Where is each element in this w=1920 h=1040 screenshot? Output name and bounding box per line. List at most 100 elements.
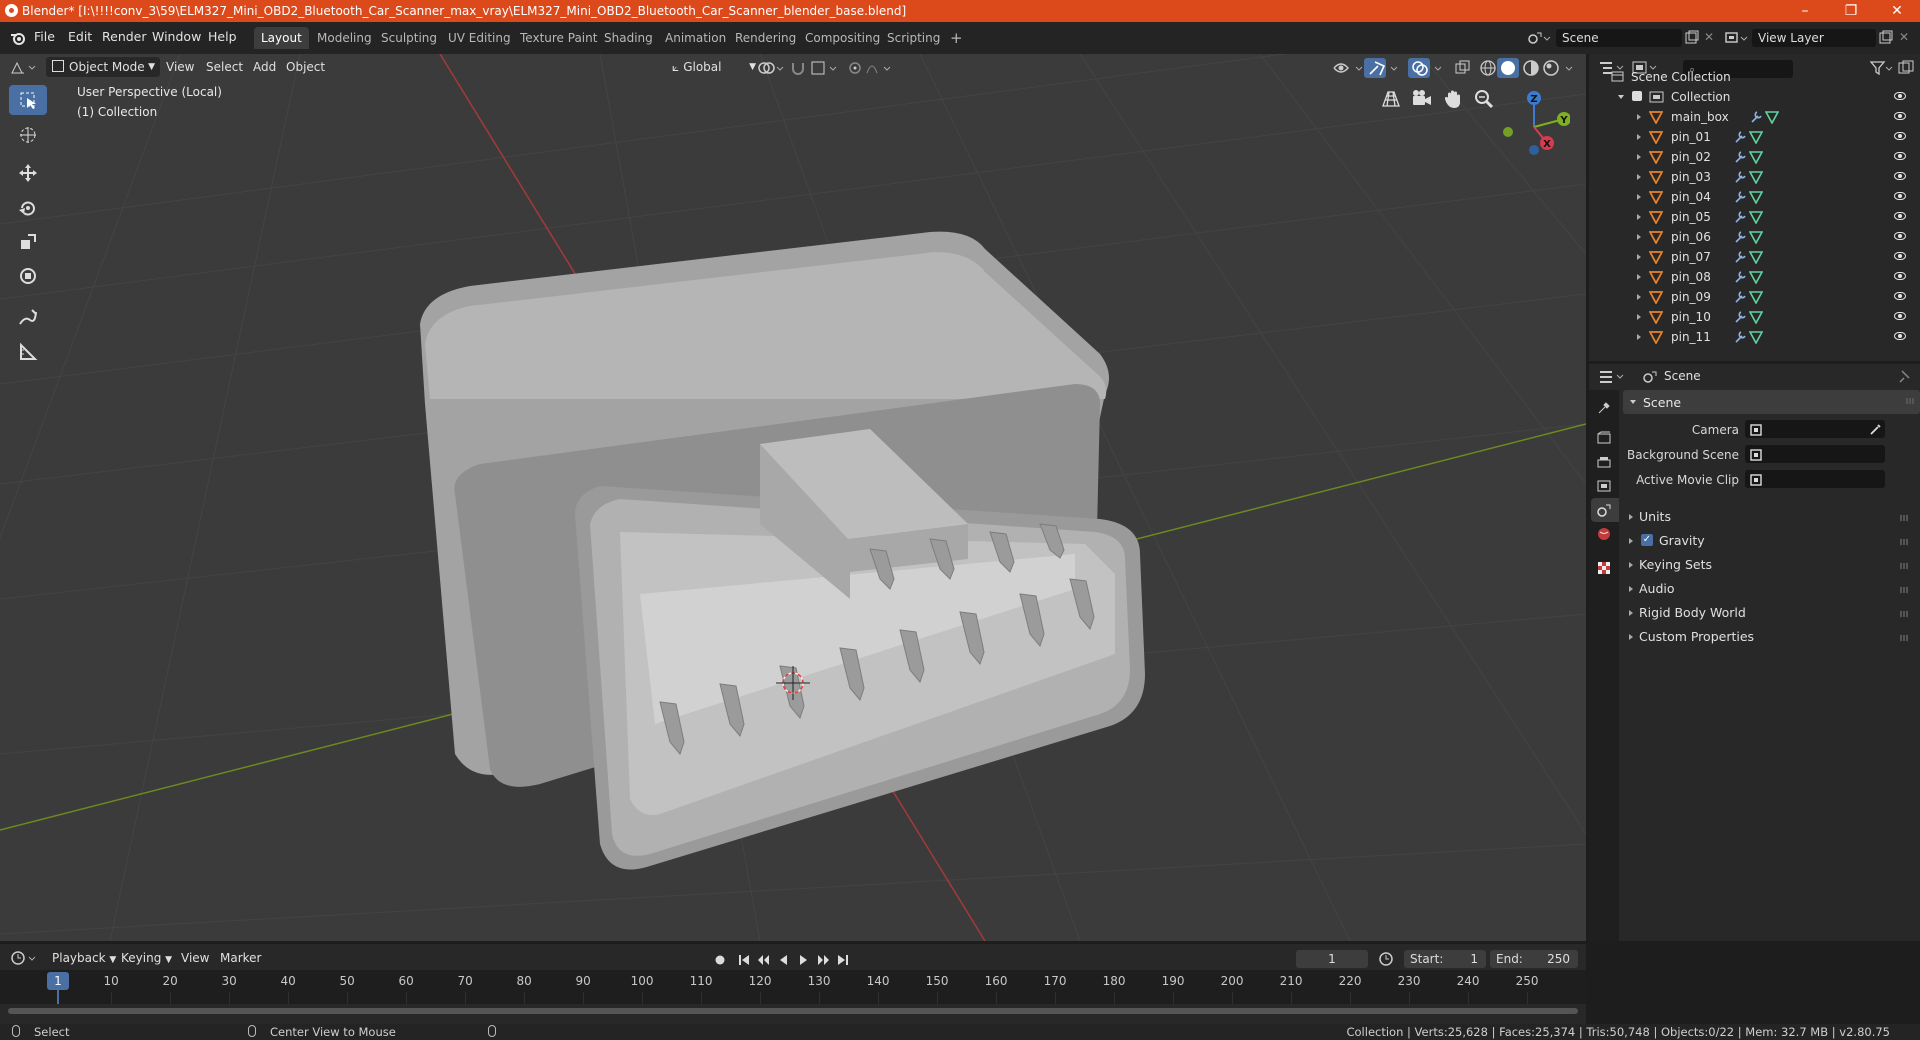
drag-handle-icon[interactable] — [1900, 563, 1908, 569]
jump-end-icon[interactable] — [838, 955, 845, 965]
subpanel-header[interactable]: Rigid Body World — [1629, 603, 1914, 625]
object-mode-dropdown[interactable]: Object Mode ▼ — [46, 57, 160, 77]
subpanel-header[interactable]: Audio — [1629, 579, 1914, 601]
editor-type-icon[interactable] — [10, 59, 40, 77]
drag-handle-icon[interactable] — [1900, 587, 1908, 593]
mesh-data-icon[interactable] — [1749, 310, 1763, 324]
transform-tool[interactable] — [9, 261, 47, 291]
end-frame-field[interactable]: End: 250 — [1490, 950, 1578, 968]
close-button[interactable]: ✕ — [1874, 0, 1920, 22]
visibility-eye-icon[interactable] — [1894, 332, 1906, 340]
expand-toggle-icon[interactable] — [1637, 274, 1641, 280]
world-tab-icon[interactable] — [1596, 526, 1612, 542]
render-tab-icon[interactable] — [1596, 430, 1612, 446]
field-value[interactable] — [1745, 470, 1885, 488]
proportional-editing-icon[interactable] — [848, 59, 896, 77]
outliner-object-row[interactable]: pin_05 — [1589, 207, 1920, 227]
next-keyframe-icon[interactable] — [818, 955, 829, 965]
selectability-visibility-icon[interactable] — [1332, 59, 1366, 77]
visibility-eye-icon[interactable] — [1894, 212, 1906, 220]
visibility-eye-icon[interactable] — [1894, 172, 1906, 180]
tool-settings-tab-icon[interactable] — [1596, 400, 1612, 416]
expand-toggle-icon[interactable] — [1637, 254, 1641, 260]
expand-toggle-icon[interactable] — [1637, 234, 1641, 240]
menu-object[interactable]: Object — [280, 57, 331, 77]
modifier-wrench-icon[interactable] — [1733, 330, 1747, 344]
timeline-track-area[interactable]: 10 20 30 40 50 60 70 80 90 100 110 120 130 140 150 160 1… — [0, 970, 1586, 1004]
modifier-wrench-icon[interactable] — [1733, 170, 1747, 184]
transform-orientation-dropdown[interactable]: ⟀ Global ▼ — [666, 57, 758, 77]
scene-selector-icon[interactable] — [1526, 29, 1552, 47]
view-layer-field[interactable]: View Layer — [1752, 29, 1876, 47]
mesh-data-icon[interactable] — [1749, 210, 1763, 224]
timeline-view-menu[interactable]: View — [175, 948, 215, 968]
expand-toggle-icon[interactable] — [1637, 154, 1641, 160]
outliner-object-row[interactable]: pin_08 — [1589, 267, 1920, 287]
menu-render[interactable]: Render — [102, 29, 147, 44]
modifier-wrench-icon[interactable] — [1749, 110, 1763, 124]
mesh-data-icon[interactable] — [1749, 250, 1763, 264]
panel-expand-icon[interactable] — [1629, 610, 1633, 616]
playback-menu[interactable]: Playback ▼ — [46, 948, 122, 968]
scene-name-field[interactable]: Scene — [1556, 29, 1682, 47]
mesh-data-icon[interactable] — [1749, 170, 1763, 184]
tab-rendering[interactable]: Rendering — [728, 27, 803, 49]
outliner-scene-collection-row[interactable]: Scene Collection — [1589, 67, 1920, 87]
properties-editor-type-icon[interactable] — [1598, 368, 1628, 386]
toggle-grid-view-icon[interactable] — [1380, 88, 1402, 110]
panel-expand-icon[interactable] — [1629, 562, 1633, 568]
outliner-object-row[interactable]: pin_07 — [1589, 247, 1920, 267]
pivot-point-icon[interactable] — [756, 59, 784, 77]
visibility-eye-icon[interactable] — [1894, 112, 1906, 120]
panel-expand-icon[interactable] — [1629, 514, 1633, 520]
outliner-object-row[interactable]: pin_01 — [1589, 127, 1920, 147]
drag-handle-icon[interactable] — [1900, 611, 1908, 617]
drag-handle-icon[interactable] — [1900, 635, 1908, 641]
play-icon[interactable] — [800, 955, 807, 965]
visibility-eye-icon[interactable] — [1894, 292, 1906, 300]
drag-handle-icon[interactable] — [1900, 515, 1908, 521]
expand-toggle-icon[interactable] — [1618, 95, 1624, 99]
rendered-shading-icon[interactable] — [1542, 59, 1578, 77]
menu-select[interactable]: Select — [200, 57, 249, 77]
mesh-data-icon[interactable] — [1749, 270, 1763, 284]
modifier-wrench-icon[interactable] — [1733, 250, 1747, 264]
visibility-eye-icon[interactable] — [1894, 252, 1906, 260]
move-tool[interactable] — [9, 158, 47, 188]
visibility-eye-icon[interactable] — [1894, 232, 1906, 240]
expand-toggle-icon[interactable] — [1637, 314, 1641, 320]
modifier-wrench-icon[interactable] — [1733, 210, 1747, 224]
outliner-object-row[interactable]: pin_10 — [1589, 307, 1920, 327]
view-layer-tab-icon[interactable] — [1596, 478, 1612, 494]
expand-toggle-icon[interactable] — [1637, 194, 1641, 200]
pin-icon[interactable] — [1897, 369, 1913, 385]
gravity-checkbox[interactable]: ✓ — [1641, 534, 1653, 546]
mesh-data-icon[interactable] — [1749, 290, 1763, 304]
expand-toggle-icon[interactable] — [1637, 214, 1641, 220]
navigation-gizmo[interactable]: Z Y X — [1490, 84, 1570, 164]
new-view-layer-icon[interactable] — [1878, 30, 1894, 46]
obd2-scanner-model[interactable] — [420, 231, 1145, 870]
outliner-object-row[interactable]: main_box — [1589, 107, 1920, 127]
mesh-data-icon[interactable] — [1749, 330, 1763, 344]
mesh-data-icon[interactable] — [1765, 110, 1779, 124]
menu-file[interactable]: File — [34, 29, 55, 44]
collection-checkbox[interactable] — [1632, 91, 1642, 101]
playhead-frame-label[interactable]: 1 — [47, 972, 69, 990]
visibility-eye-icon[interactable] — [1894, 192, 1906, 200]
keying-menu[interactable]: Keying ▼ — [115, 948, 178, 968]
select-box-tool[interactable] — [9, 85, 47, 115]
subpanel-header[interactable]: Units — [1629, 507, 1914, 529]
delete-view-layer-icon[interactable]: ✕ — [1899, 30, 1909, 44]
panel-collapse-icon[interactable] — [1630, 400, 1636, 404]
modifier-wrench-icon[interactable] — [1733, 190, 1747, 204]
visibility-eye-icon[interactable] — [1894, 272, 1906, 280]
snap-icon[interactable] — [790, 59, 838, 77]
marker-menu[interactable]: Marker — [214, 948, 267, 968]
subpanel-header[interactable]: ✓ Gravity — [1629, 531, 1914, 553]
add-workspace-button[interactable]: + — [943, 27, 970, 49]
tab-shading[interactable]: Shading — [597, 27, 660, 49]
view-layer-selector-icon[interactable] — [1724, 29, 1750, 47]
new-scene-icon[interactable] — [1684, 30, 1700, 46]
mesh-data-icon[interactable] — [1749, 230, 1763, 244]
